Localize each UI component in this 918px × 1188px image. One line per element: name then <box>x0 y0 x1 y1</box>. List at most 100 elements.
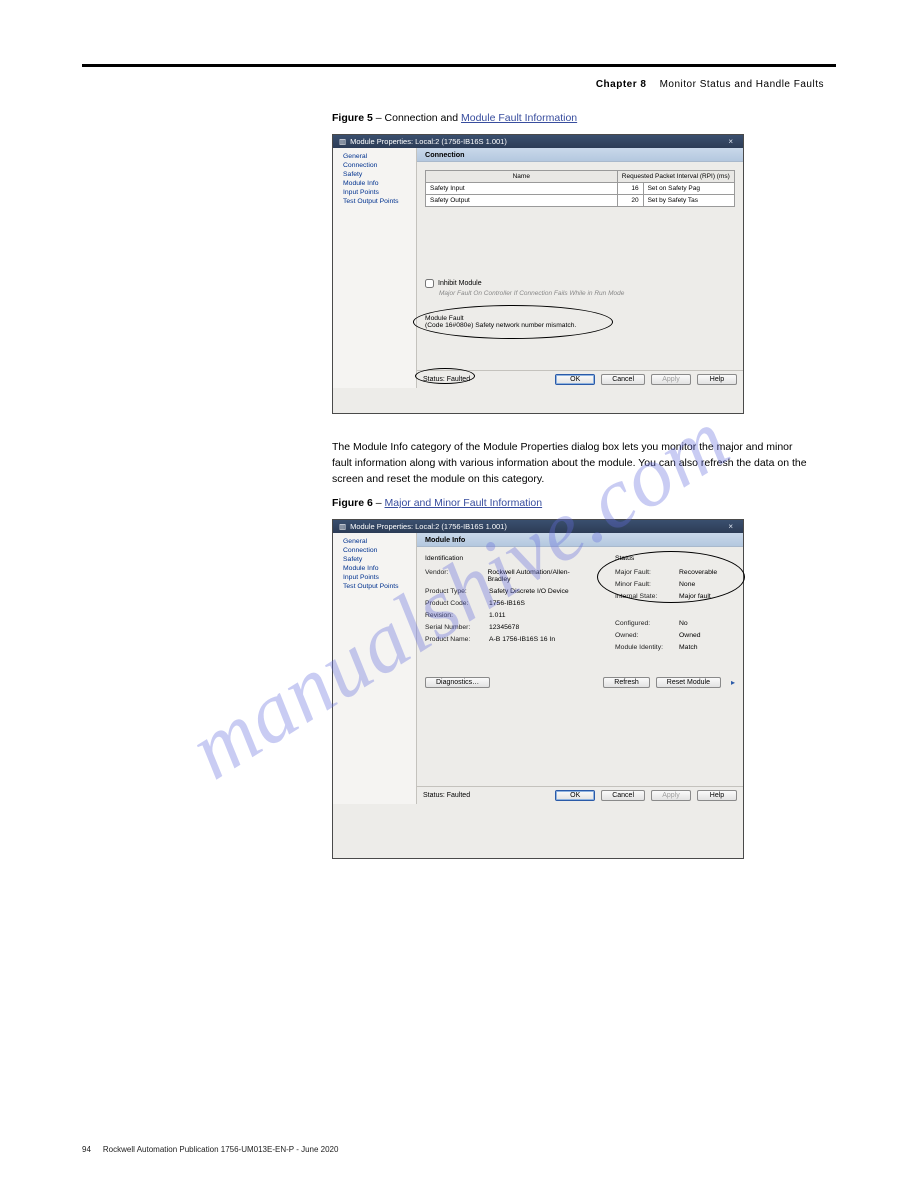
nav-module-info[interactable]: Module Info <box>333 564 416 573</box>
serial-label: Serial Number: <box>425 624 481 631</box>
titlebar: ▥ Module Properties: Local:2 (1756-IB16S… <box>333 520 743 533</box>
status-bar: Status: Faulted OK Cancel Apply Help <box>417 786 743 804</box>
nav-tree: General Connection Safety Module Info In… <box>333 533 417 804</box>
help-button[interactable]: Help <box>697 790 737 801</box>
chevron-right-icon[interactable]: ▸ <box>731 678 735 687</box>
close-icon[interactable]: × <box>724 137 737 146</box>
cancel-button[interactable]: Cancel <box>601 790 645 801</box>
product-code-value: 1756-IB16S <box>489 600 525 607</box>
status-text: Status: Faulted <box>423 376 470 383</box>
row-note: Set on Safety Pag <box>643 183 734 195</box>
page-rule <box>82 64 836 67</box>
major-fault-value: Recoverable <box>679 569 717 576</box>
owned-label: Owned: <box>615 632 671 639</box>
body-paragraph: The Module Info category of the Module P… <box>332 440 812 487</box>
nav-safety[interactable]: Safety <box>333 170 416 179</box>
row-name: Safety Output <box>426 195 618 207</box>
close-icon[interactable]: × <box>724 522 737 531</box>
diagnostics-button[interactable]: Diagnostics… <box>425 677 490 688</box>
module-fault-box: Module Fault (Code 16#080e) Safety netwo… <box>425 309 735 335</box>
fig5-link: Module Fault Information <box>461 112 577 124</box>
connection-table: Name Requested Packet Interval (RPI) (ms… <box>425 170 735 207</box>
fig6-link: Major and Minor Fault Information <box>385 497 543 509</box>
ok-button[interactable]: OK <box>555 790 595 801</box>
vendor-value: Rockwell Automation/Allen-Bradley <box>487 569 575 583</box>
nav-input-points[interactable]: Input Points <box>333 188 416 197</box>
page-footer: 94 Rockwell Automation Publication 1756-… <box>82 1145 836 1154</box>
nav-general[interactable]: General <box>333 537 416 546</box>
status-bar: Status: Faulted OK Cancel Apply Help <box>417 370 743 388</box>
status-heading: Status <box>615 555 717 562</box>
internal-state-value: Major fault <box>679 593 711 600</box>
inhibit-module-label: Inhibit Module <box>438 280 482 287</box>
apply-button: Apply <box>651 790 691 801</box>
titlebar: ▥ Module Properties: Local:2 (1756-IB16S… <box>333 135 743 148</box>
ok-button[interactable]: OK <box>555 374 595 385</box>
figure5-caption: Figure 5 – Connection and Module Fault I… <box>332 112 836 124</box>
chapter-title: Monitor Status and Handle Faults <box>660 79 824 90</box>
row-name: Safety Input <box>426 183 618 195</box>
nav-module-info[interactable]: Module Info <box>333 179 416 188</box>
identification-heading: Identification <box>425 555 575 562</box>
minor-fault-label: Minor Fault: <box>615 581 671 588</box>
table-row: Safety Input 16 Set on Safety Pag <box>426 183 735 195</box>
nav-safety[interactable]: Safety <box>333 555 416 564</box>
product-code-label: Product Code: <box>425 600 481 607</box>
module-identity-label: Module Identity: <box>615 644 671 651</box>
help-button[interactable]: Help <box>697 374 737 385</box>
content-header: Connection <box>417 148 743 162</box>
module-fault-label: Module Fault <box>425 315 735 322</box>
window-icon: ▥ <box>339 522 346 531</box>
cancel-button[interactable]: Cancel <box>601 374 645 385</box>
refresh-button[interactable]: Refresh <box>603 677 650 688</box>
table-row: Safety Output 20 Set by Safety Tas <box>426 195 735 207</box>
nav-connection[interactable]: Connection <box>333 161 416 170</box>
chapter-link: Chapter 8 <box>596 79 647 90</box>
apply-button: Apply <box>651 374 691 385</box>
window-title: Module Properties: Local:2 (1756-IB16S 1… <box>350 522 507 531</box>
product-type-value: Safety Discrete I/O Device <box>489 588 569 595</box>
major-fault-label: Major Fault: <box>615 569 671 576</box>
reset-module-button[interactable]: Reset Module <box>656 677 721 688</box>
th-rpi: Requested Packet Interval (RPI) (ms) <box>617 171 734 183</box>
row-note: Set by Safety Tas <box>643 195 734 207</box>
module-fault-text: (Code 16#080e) Safety network number mis… <box>425 322 735 329</box>
nav-tree: General Connection Safety Module Info In… <box>333 148 417 388</box>
product-name-value: A-B 1756-IB16S 16 In <box>489 636 555 643</box>
nav-input-points[interactable]: Input Points <box>333 573 416 582</box>
page-number: 94 <box>82 1145 91 1154</box>
inhibit-module-checkbox[interactable] <box>425 279 434 288</box>
window-icon: ▥ <box>339 137 346 146</box>
major-fault-note: Major Fault On Controller If Connection … <box>439 290 735 297</box>
revision-label: Revision: <box>425 612 481 619</box>
module-properties-window-module-info: ▥ Module Properties: Local:2 (1756-IB16S… <box>332 519 744 859</box>
vendor-label: Vendor: <box>425 569 479 583</box>
fig6-number: Figure 6 <box>332 497 373 509</box>
module-identity-value: Match <box>679 644 698 651</box>
figure6-caption: Figure 6 – Major and Minor Fault Informa… <box>332 497 836 509</box>
nav-test-output-points[interactable]: Test Output Points <box>333 582 416 591</box>
page-header: Chapter 8 Monitor Status and Handle Faul… <box>82 79 824 90</box>
fig6-text: – <box>373 497 385 509</box>
nav-connection[interactable]: Connection <box>333 546 416 555</box>
content-header: Module Info <box>417 533 743 547</box>
row-rpi[interactable]: 16 <box>617 183 643 195</box>
configured-value: No <box>679 620 688 627</box>
nav-test-output-points[interactable]: Test Output Points <box>333 197 416 206</box>
configured-label: Configured: <box>615 620 671 627</box>
serial-value: 12345678 <box>489 624 519 631</box>
row-rpi[interactable]: 20 <box>617 195 643 207</box>
minor-fault-value: None <box>679 581 695 588</box>
owned-value: Owned <box>679 632 701 639</box>
product-type-label: Product Type: <box>425 588 481 595</box>
product-name-label: Product Name: <box>425 636 481 643</box>
module-properties-window-connection: ▥ Module Properties: Local:2 (1756-IB16S… <box>332 134 744 414</box>
nav-general[interactable]: General <box>333 152 416 161</box>
revision-value: 1.011 <box>489 612 506 619</box>
fig5-text: – Connection and <box>373 112 461 124</box>
window-title: Module Properties: Local:2 (1756-IB16S 1… <box>350 137 507 146</box>
status-text: Status: Faulted <box>423 792 470 799</box>
fig5-number: Figure 5 <box>332 112 373 124</box>
th-name: Name <box>426 171 618 183</box>
internal-state-label: Internal State: <box>615 593 671 600</box>
